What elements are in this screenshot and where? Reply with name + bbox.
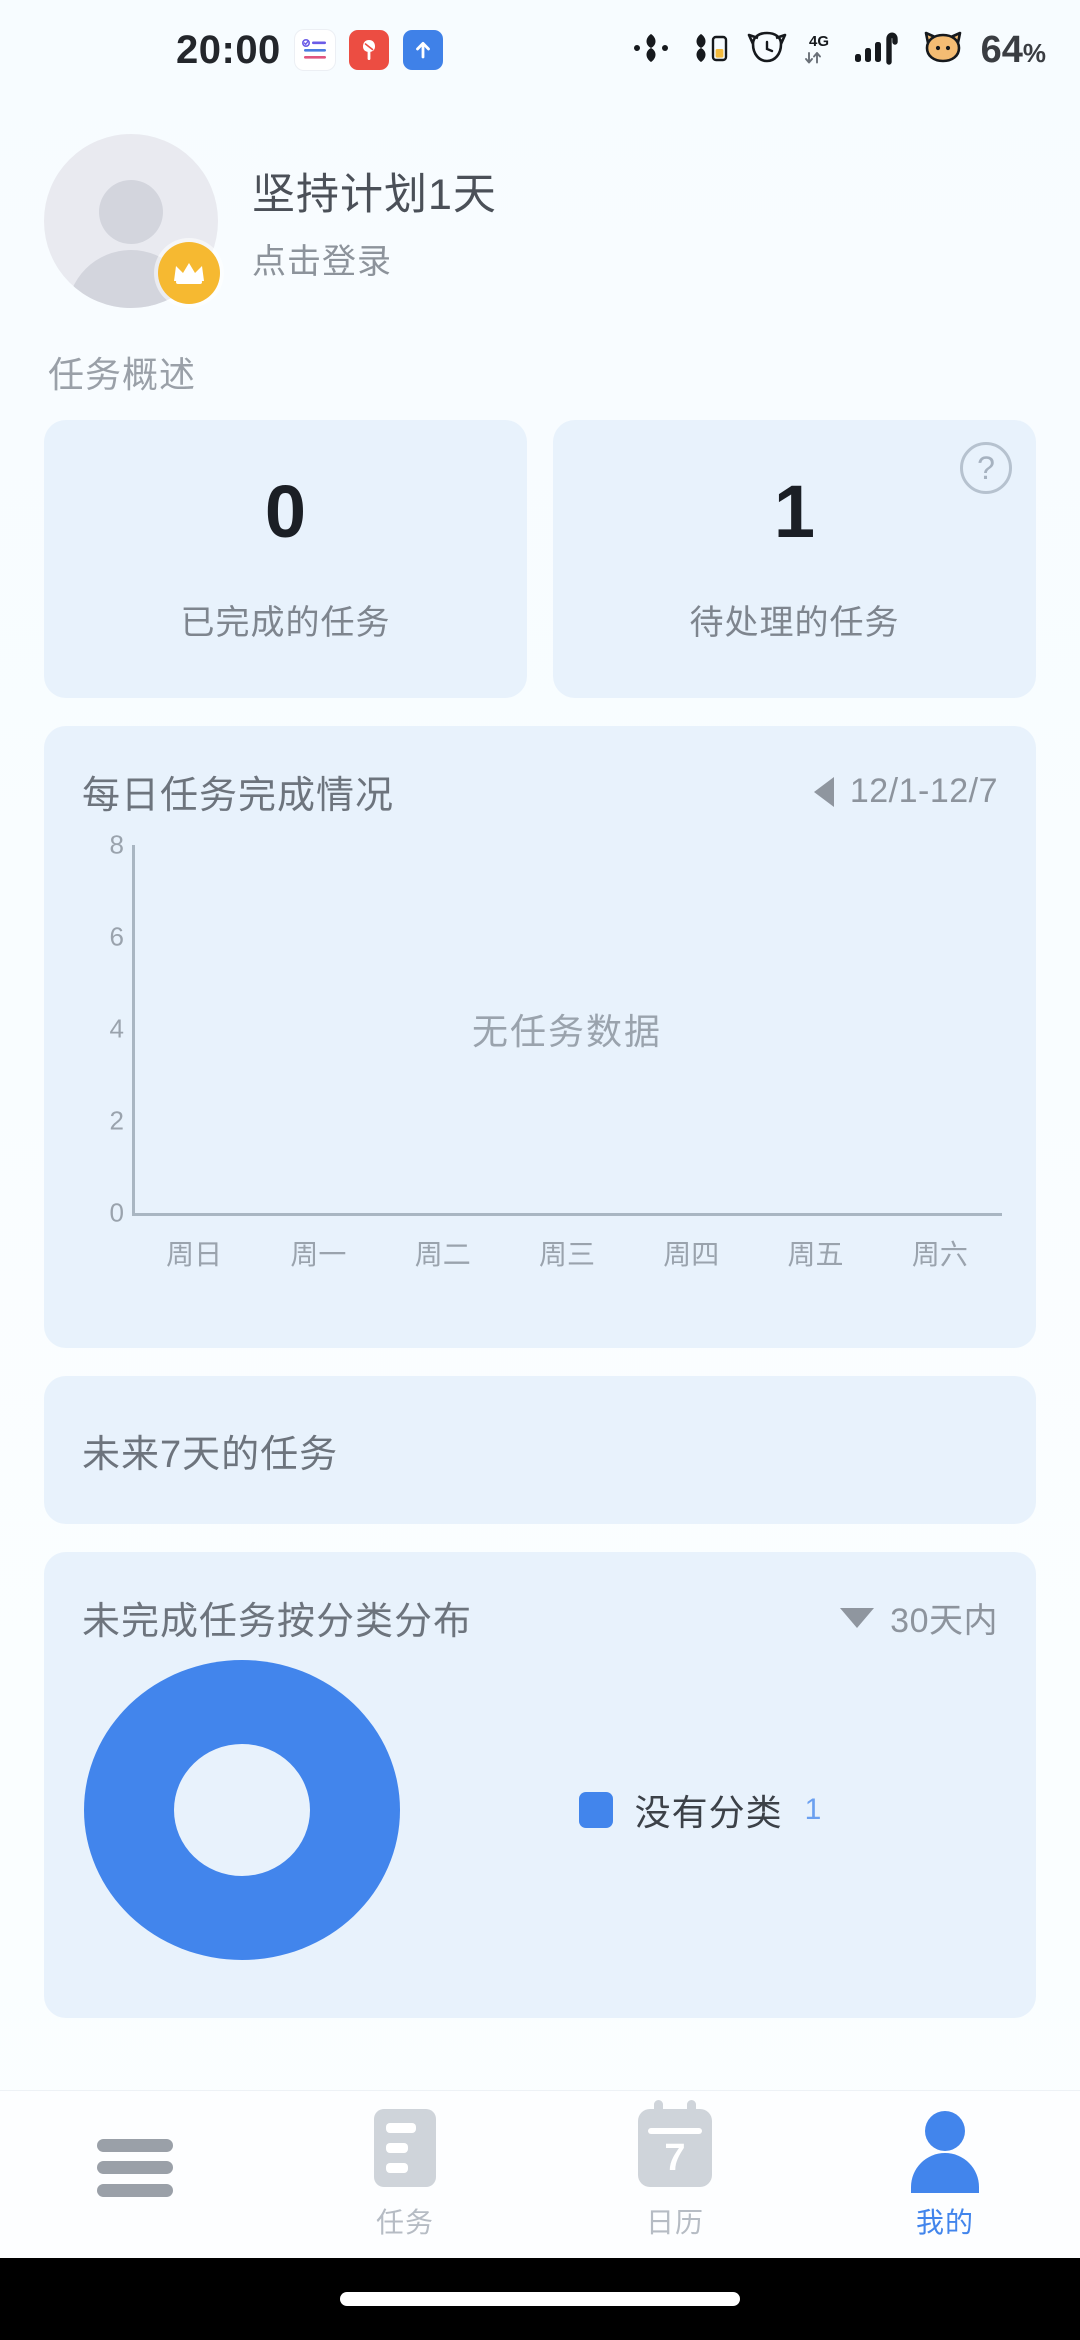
x-axis-line (132, 1213, 1002, 1216)
legend-swatch (578, 1792, 613, 1828)
battery-percent: 64% (980, 28, 1046, 71)
help-icon[interactable]: ? (960, 442, 1012, 494)
category-chart-card: 未完成任务按分类分布 30天内 没有分类 1 (44, 1552, 1036, 2018)
completed-tasks-value: 0 (264, 469, 307, 553)
gesture-navigation-bar (0, 2258, 1080, 2340)
x-tick-wed: 周三 (538, 1239, 595, 1270)
category-chart-title: 未完成任务按分类分布 (82, 1601, 473, 1643)
y-tick-6: 6 (109, 921, 124, 952)
nav-item-calendar[interactable]: 7 日历 (540, 2091, 810, 2258)
nav-item-profile[interactable]: 我的 (810, 2091, 1080, 2258)
completed-tasks-label: 已完成的任务 (180, 603, 391, 642)
donut-ring (84, 1660, 400, 1960)
hamburger-menu-icon[interactable] (97, 2138, 173, 2197)
daily-chart-header: 每日任务完成情况 12/1-12/7 (44, 726, 1036, 819)
pending-tasks-card[interactable]: ? 1 待处理的任务 (553, 420, 1036, 698)
daily-chart-range-control[interactable]: 12/1-12/7 (813, 772, 998, 811)
home-gesture-pill[interactable] (340, 2292, 740, 2306)
daily-chart-empty-text: 无任务数据 (471, 1011, 662, 1052)
profile-text: 坚持计划1天 点击登录 (252, 160, 497, 283)
network-4g-icon: 4G (803, 29, 839, 71)
calendar-icon: 7 (638, 2099, 712, 2187)
x-tick-mon: 周一 (290, 1239, 347, 1270)
donut-chart[interactable] (82, 1660, 402, 1960)
phone-screen: 20:00 4G 64% 坚持计划1天 点击登录 任务概述 0 已完成的任务 ?… (0, 0, 1080, 2340)
avatar-head-shape (99, 180, 163, 244)
y-tick-2: 2 (109, 1105, 124, 1136)
x-tick-thu: 周四 (663, 1239, 720, 1270)
pending-tasks-value: 1 (773, 469, 816, 553)
page-content: 坚持计划1天 点击登录 任务概述 0 已完成的任务 ? 1 待处理的任务 每日任… (0, 100, 1080, 2090)
nav-label-profile: 我的 (915, 2206, 974, 2238)
daily-chart-plot: 8 6 4 2 0 无任务数据 周日 周一 周二 周三 周四 周五 周六 (78, 830, 1002, 1275)
y-tick-8: 8 (109, 829, 124, 860)
category-chart-range-dropdown[interactable]: 30天内 (840, 1593, 998, 1642)
category-chart-range-label: 30天内 (890, 1602, 998, 1640)
status-bar-right: 4G 64% (631, 29, 1046, 72)
signal-bars-icon (853, 29, 905, 72)
bluetooth-icon (631, 29, 671, 72)
daily-chart-y-axis: 8 6 4 2 0 (78, 830, 124, 1228)
legend-label: 没有分类 (634, 1792, 783, 1833)
pending-tasks-label: 待处理的任务 (689, 603, 900, 642)
nav-label-calendar: 日历 (645, 2206, 704, 2238)
status-bar: 20:00 4G 64% (0, 0, 1080, 100)
avatar[interactable] (44, 134, 220, 308)
y-tick-0: 0 (109, 1197, 124, 1228)
status-bar-clock: 20:00 (176, 27, 281, 72)
triangle-left-icon[interactable] (813, 776, 834, 807)
bottom-navigation: 任务 7 日历 我的 (0, 2090, 1080, 2258)
daily-chart-card: 每日任务完成情况 12/1-12/7 8 6 4 2 0 无任务数据 周日 周一… (44, 726, 1036, 1348)
red-app-icon (348, 30, 389, 70)
legend-value: 1 (804, 1793, 822, 1826)
x-tick-sun: 周日 (166, 1239, 223, 1270)
alarm-cat-icon (745, 29, 789, 72)
nav-item-tasks[interactable]: 任务 (270, 2091, 540, 2258)
todo-list-icon (294, 30, 335, 70)
svg-text:4G: 4G (809, 33, 829, 50)
daily-chart-title: 每日任务完成情况 (82, 775, 395, 817)
category-chart-header: 未完成任务按分类分布 30天内 (44, 1552, 1036, 1645)
upcoming-tasks-card[interactable]: 未来7天的任务 (44, 1376, 1036, 1524)
profile-name: 坚持计划1天 (252, 170, 497, 219)
crown-icon (158, 242, 220, 304)
calendar-day-number: 7 (664, 2136, 686, 2179)
daily-chart-x-axis: 周日 周一 周二 周三 周四 周五 周六 (132, 1233, 1002, 1273)
x-tick-sat: 周六 (911, 1239, 968, 1270)
nav-item-menu[interactable] (0, 2091, 270, 2258)
completed-tasks-card[interactable]: 0 已完成的任务 (44, 420, 527, 698)
donut-hole (174, 1744, 310, 1876)
person-icon (911, 2109, 979, 2193)
document-icon (374, 2108, 436, 2187)
profile-login-link[interactable]: 点击登录 (252, 234, 497, 283)
overview-section-title: 任务概述 (48, 354, 197, 395)
category-chart-body: 没有分类 1 (44, 1645, 1036, 1975)
profile-header[interactable]: 坚持计划1天 点击登录 (44, 128, 1036, 314)
x-tick-fri: 周五 (787, 1239, 844, 1270)
donut-legend: 没有分类 1 (402, 1784, 998, 1836)
bluetooth-battery-icon (685, 29, 731, 72)
nav-label-tasks: 任务 (375, 2206, 434, 2238)
triangle-down-icon[interactable] (840, 1607, 875, 1628)
x-tick-tue: 周二 (414, 1239, 471, 1270)
upcoming-tasks-title: 未来7天的任务 (82, 1433, 339, 1476)
status-bar-left: 20:00 (176, 28, 443, 73)
overview-stat-row: 0 已完成的任务 ? 1 待处理的任务 (44, 420, 1036, 698)
blue-upload-icon (402, 30, 443, 70)
y-tick-4: 4 (109, 1013, 124, 1044)
daily-chart-range-label: 12/1-12/7 (849, 772, 998, 810)
pet-cat-icon (919, 29, 967, 72)
